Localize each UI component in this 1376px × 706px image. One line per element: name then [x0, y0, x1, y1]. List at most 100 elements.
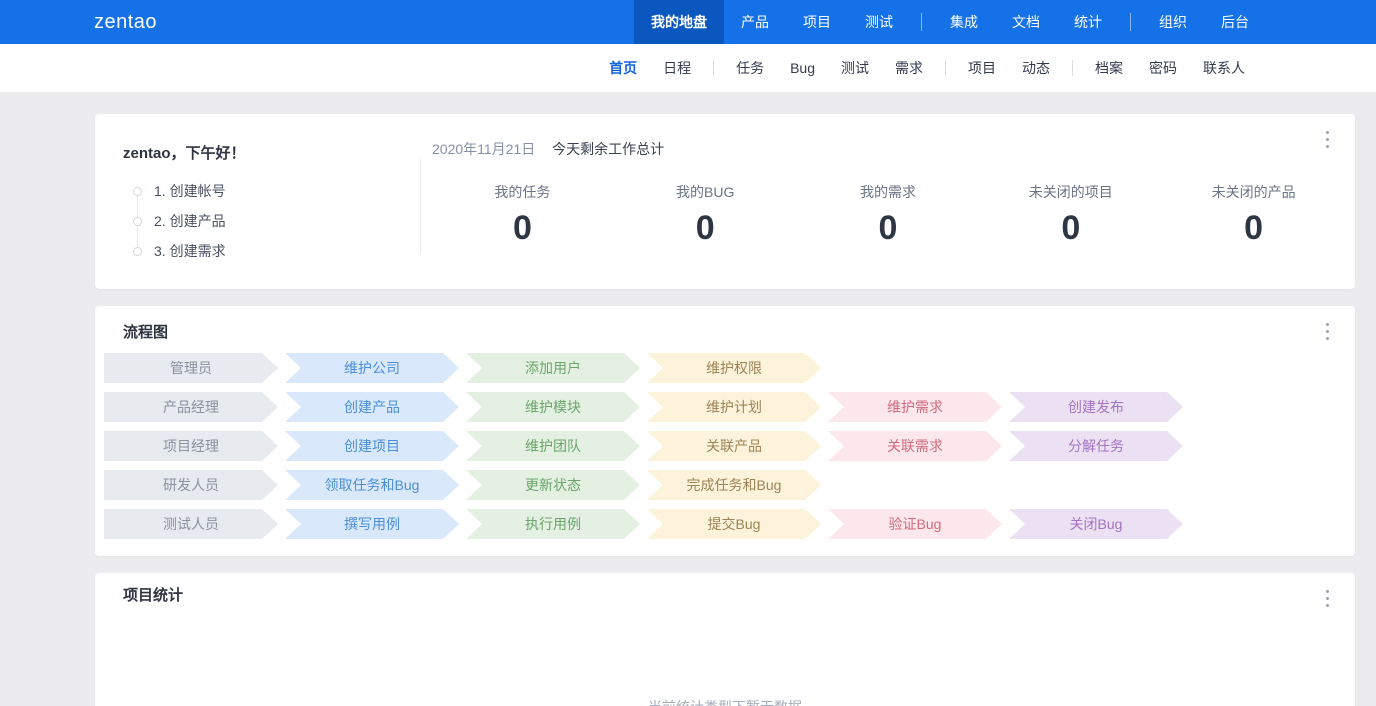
flow-row-tester: 测试人员 撰写用例 执行用例 提交Bug 验证Bug 关闭Bug	[104, 509, 1355, 539]
subnav-item-home[interactable]: 首页	[596, 58, 650, 78]
step-create-product[interactable]: 2. 创建产品	[133, 206, 420, 236]
subnav-item-bug[interactable]: Bug	[777, 60, 828, 76]
zentao-logo[interactable]: zentao	[94, 0, 157, 44]
flow-step[interactable]: 维护需求	[828, 392, 1002, 422]
nav-item-project[interactable]: 项目	[786, 0, 848, 44]
subnav-item-project[interactable]: 项目	[955, 58, 1009, 78]
flow-step[interactable]: 领取任务和Bug	[285, 470, 459, 500]
subnav-divider	[713, 60, 714, 76]
flow-rows: 管理员 维护公司 添加用户 维护权限 产品经理 创建产品 维护模块 维护计划 维…	[95, 353, 1355, 539]
flow-step[interactable]: 添加用户	[466, 353, 640, 383]
nav-item-org[interactable]: 组织	[1142, 0, 1204, 44]
flow-step[interactable]: 完成任务和Bug	[647, 470, 821, 500]
flow-step[interactable]: 研发人员	[104, 470, 278, 500]
stat-label: 我的需求	[797, 182, 980, 202]
step-label: 1. 创建帐号	[154, 181, 226, 201]
stat-label: 未关闭的项目	[979, 182, 1162, 202]
subnav-divider	[945, 60, 946, 76]
subnav-divider	[1072, 60, 1073, 76]
card-title: 项目统计	[123, 585, 1355, 607]
stat-value: 0	[431, 211, 614, 245]
flow-step[interactable]: 分解任务	[1009, 431, 1183, 461]
nav-item-admin[interactable]: 后台	[1204, 0, 1266, 44]
stats-row: 我的任务 0 我的BUG 0 我的需求 0 未关闭的项目 0 未关闭的产品 0	[431, 182, 1345, 245]
flow-step[interactable]: 执行用例	[466, 509, 640, 539]
stat-open-projects[interactable]: 未关闭的项目 0	[979, 182, 1162, 245]
flow-step[interactable]: 创建发布	[1009, 392, 1183, 422]
stat-open-products[interactable]: 未关闭的产品 0	[1162, 182, 1345, 245]
flow-row-product-manager: 产品经理 创建产品 维护模块 维护计划 维护需求 创建发布	[104, 392, 1355, 422]
stat-label: 未关闭的产品	[1162, 182, 1345, 202]
stat-my-bugs[interactable]: 我的BUG 0	[614, 182, 797, 245]
step-create-story[interactable]: 3. 创建需求	[133, 236, 420, 266]
flow-step[interactable]: 关联产品	[647, 431, 821, 461]
flow-step[interactable]: 创建项目	[285, 431, 459, 461]
subnav-item-activity[interactable]: 动态	[1009, 58, 1063, 78]
stat-label: 我的任务	[431, 182, 614, 202]
subnav-item-password[interactable]: 密码	[1136, 58, 1190, 78]
subnav-item-task[interactable]: 任务	[723, 58, 777, 78]
flow-step[interactable]: 关联需求	[828, 431, 1002, 461]
stat-label: 我的BUG	[614, 182, 797, 202]
top-navbar: zentao 我的地盘 产品 项目 测试 集成 文档 统计 组织 后台	[0, 0, 1376, 44]
nav-item-my-dashboard[interactable]: 我的地盘	[634, 0, 724, 44]
stat-value: 0	[797, 211, 980, 245]
step-circle-icon	[133, 187, 142, 196]
welcome-left-panel: zentao，下午好！ 1. 创建帐号 2. 创建产品 3. 创建需求	[95, 114, 420, 289]
flow-step[interactable]: 产品经理	[104, 392, 278, 422]
step-create-account[interactable]: 1. 创建帐号	[133, 176, 420, 206]
flow-row-admin: 管理员 维护公司 添加用户 维护权限	[104, 353, 1355, 383]
flow-step[interactable]: 维护团队	[466, 431, 640, 461]
flow-step[interactable]: 更新状态	[466, 470, 640, 500]
nav-item-doc[interactable]: 文档	[995, 0, 1057, 44]
nav-divider	[921, 13, 922, 31]
flowchart-card: 流程图 管理员 维护公司 添加用户 维护权限 产品经理 创建产品 维护模块 维护…	[95, 306, 1355, 556]
onboarding-steps: 1. 创建帐号 2. 创建产品 3. 创建需求	[123, 176, 420, 266]
flow-step[interactable]: 验证Bug	[828, 509, 1002, 539]
nav-divider	[1130, 13, 1131, 31]
flow-step[interactable]: 撰写用例	[285, 509, 459, 539]
flow-step[interactable]: 维护权限	[647, 353, 821, 383]
stat-my-stories[interactable]: 我的需求 0	[797, 182, 980, 245]
flow-row-project-manager: 项目经理 创建项目 维护团队 关联产品 关联需求 分解任务	[104, 431, 1355, 461]
project-stats-card: 项目统计 当前统计类型下暂无数据	[95, 573, 1355, 706]
flow-step[interactable]: 项目经理	[104, 431, 278, 461]
flow-step[interactable]: 测试人员	[104, 509, 278, 539]
subnav-item-contacts[interactable]: 联系人	[1190, 58, 1258, 78]
nav-item-integration[interactable]: 集成	[933, 0, 995, 44]
subnav-item-calendar[interactable]: 日程	[650, 58, 704, 78]
flow-row-developer: 研发人员 领取任务和Bug 更新状态 完成任务和Bug	[104, 470, 1355, 500]
step-circle-icon	[133, 247, 142, 256]
stat-my-tasks[interactable]: 我的任务 0	[431, 182, 614, 245]
nav-item-qa[interactable]: 测试	[848, 0, 910, 44]
flow-step[interactable]: 创建产品	[285, 392, 459, 422]
empty-data-message: 当前统计类型下暂无数据	[95, 697, 1355, 706]
card-title: 流程图	[123, 322, 1355, 344]
welcome-right-panel: 2020年11月21日 今天剩余工作总计 我的任务 0 我的BUG 0 我的需求…	[421, 114, 1355, 289]
current-date: 2020年11月21日	[432, 141, 535, 157]
date-row: 2020年11月21日 今天剩余工作总计	[431, 139, 1345, 159]
flow-step[interactable]: 关闭Bug	[1009, 509, 1183, 539]
stat-value: 0	[614, 211, 797, 245]
subnav-item-test[interactable]: 测试	[828, 58, 882, 78]
sub-navbar: 首页 日程 任务 Bug 测试 需求 项目 动态 档案 密码 联系人	[0, 44, 1376, 92]
stat-value: 0	[979, 211, 1162, 245]
card-menu-button[interactable]	[1324, 588, 1331, 609]
flow-step[interactable]: 管理员	[104, 353, 278, 383]
flow-step[interactable]: 维护模块	[466, 392, 640, 422]
summary-label: 今天剩余工作总计	[552, 141, 664, 157]
subnav-item-story[interactable]: 需求	[882, 58, 936, 78]
nav-item-product[interactable]: 产品	[724, 0, 786, 44]
stat-value: 0	[1162, 211, 1345, 245]
step-circle-icon	[133, 217, 142, 226]
subnav-item-file[interactable]: 档案	[1082, 58, 1136, 78]
greeting-text: zentao，下午好！	[123, 142, 420, 163]
top-nav-menu: 我的地盘 产品 项目 测试 集成 文档 统计 组织 后台	[634, 0, 1266, 44]
flow-step[interactable]: 维护计划	[647, 392, 821, 422]
flow-step[interactable]: 维护公司	[285, 353, 459, 383]
step-label: 3. 创建需求	[154, 241, 226, 261]
flow-step[interactable]: 提交Bug	[647, 509, 821, 539]
card-menu-button[interactable]	[1324, 321, 1331, 342]
nav-item-report[interactable]: 统计	[1057, 0, 1119, 44]
card-menu-button[interactable]	[1324, 129, 1331, 150]
